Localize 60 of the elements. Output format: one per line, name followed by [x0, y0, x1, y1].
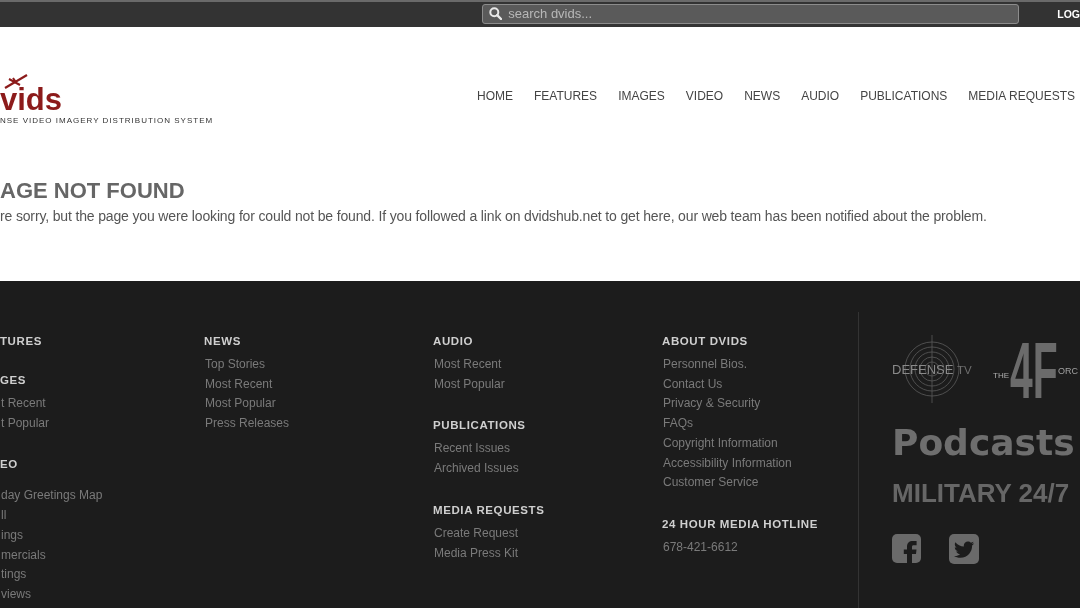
- nav-link[interactable]: AUDIO: [801, 88, 840, 104]
- footer-link[interactable]: tings: [1, 565, 27, 585]
- logo-text[interactable]: THE: [993, 371, 1009, 381]
- logo-text: DEFENSE: [892, 362, 954, 377]
- footer-link[interactable]: Press Releases: [205, 414, 290, 434]
- footer-heading: 24 HOUR MEDIA HOTLINE: [662, 516, 819, 532]
- twitter-icon[interactable]: [949, 534, 979, 564]
- footer-link[interactable]: Contact Us: [663, 374, 723, 395]
- footer-heading: EO: [0, 457, 19, 473]
- footer-link[interactable]: Top Stories: [205, 355, 266, 375]
- footer-link[interactable]: Personnel Bios.: [663, 355, 748, 375]
- logo-text: TV: [957, 364, 972, 376]
- footer-heading: MEDIA REQUESTS: [433, 502, 546, 518]
- footer-link[interactable]: views: [1, 584, 31, 605]
- footer-link[interactable]: day Greetings Map: [1, 486, 103, 507]
- logo-mark[interactable]: 4F: [1010, 335, 1058, 407]
- error-message: re sorry, but the page you were looking for could not be found. If you followed a link on dvidshub.net to get here, our web team has been notified about the problem.: [0, 207, 988, 226]
- jet-icon: [4, 74, 28, 89]
- footer-heading: TURES: [0, 334, 43, 349]
- logo-text[interactable]: ORC: [1058, 365, 1078, 377]
- footer-link[interactable]: t Recent: [1, 394, 46, 414]
- footer-link[interactable]: Media Press Kit: [434, 543, 519, 564]
- footer-link[interactable]: FAQs: [663, 414, 693, 434]
- logo-tagline: NSE VIDEO IMAGERY DISTRIBUTION SYSTEM: [0, 116, 214, 126]
- footer-heading: PUBLICATIONS: [433, 418, 527, 434]
- footer-link[interactable]: Customer Service: [663, 473, 759, 493]
- footer-link[interactable]: ll: [1, 506, 7, 526]
- footer-link[interactable]: t Popular: [1, 413, 50, 434]
- footer-link[interactable]: Privacy & Security: [663, 394, 761, 415]
- military-link[interactable]: MILITARY 24/7: [892, 479, 1080, 507]
- facebook-icon[interactable]: [892, 534, 921, 563]
- nav-link[interactable]: VIDEO: [685, 88, 724, 104]
- footer-link[interactable]: Most Popular: [205, 394, 276, 415]
- footer-link[interactable]: Most Recent: [434, 355, 502, 375]
- footer-heading: AUDIO: [433, 334, 475, 349]
- footer-link[interactable]: mercials: [1, 545, 46, 566]
- nav-link[interactable]: NEWS: [744, 88, 781, 104]
- nav-link[interactable]: HOME: [477, 88, 513, 104]
- podcasts-link[interactable]: Podcasts: [892, 424, 1080, 462]
- nav-link[interactable]: IMAGES: [618, 88, 665, 104]
- search-field[interactable]: search dvids...: [482, 3, 1020, 24]
- footer-link[interactable]: Copyright Information: [663, 433, 778, 454]
- login-link[interactable]: LOG: [1057, 6, 1080, 23]
- footer-heading: ABOUT DVIDS: [662, 334, 749, 349]
- footer-link[interactable]: Accessibility Information: [663, 453, 792, 474]
- nav-link[interactable]: FEATURES: [534, 88, 598, 104]
- footer-heading: NEWS: [204, 334, 242, 349]
- logo-wordmark: vids: [0, 89, 63, 111]
- nav-link[interactable]: PUBLICATIONS: [860, 88, 948, 104]
- nav-link[interactable]: MEDIA REQUESTS: [968, 88, 1075, 104]
- footer-link[interactable]: Recent Issues: [434, 439, 511, 460]
- footer-link[interactable]: Create Request: [434, 523, 519, 544]
- footer-link[interactable]: Archived Issues: [434, 459, 519, 479]
- footer-link[interactable]: Most Recent: [205, 374, 273, 395]
- footer-link[interactable]: Most Popular: [434, 374, 505, 395]
- search-icon: [489, 7, 503, 20]
- footer-link[interactable]: ings: [1, 525, 23, 546]
- footer-link[interactable]: 678-421-6612: [663, 537, 738, 558]
- error-title: AGE NOT FOUND: [0, 178, 186, 204]
- footer-heading: GES: [0, 373, 28, 388]
